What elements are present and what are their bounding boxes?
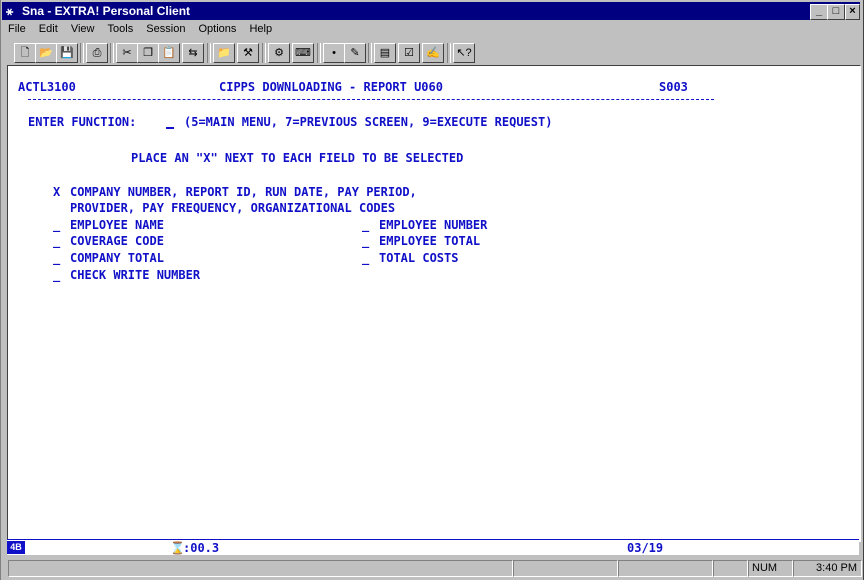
- oia-timer: :00.3: [183, 541, 220, 555]
- toolbar-separator: [110, 43, 114, 63]
- default-selected-line2: PROVIDER, PAY FREQUENCY, ORGANIZATIONAL …: [70, 201, 396, 215]
- status-pane-3: [618, 560, 713, 577]
- num-lock-indicator: NUM: [748, 560, 793, 577]
- open-icon[interactable]: 📂: [35, 43, 57, 63]
- function-cursor: [166, 115, 174, 129]
- new-icon[interactable]: 🗋: [14, 43, 36, 63]
- toolbar-separator: [80, 43, 84, 63]
- maximize-button[interactable]: □: [827, 4, 845, 20]
- menu-session[interactable]: Session: [146, 23, 185, 35]
- status-pane-2: [513, 560, 618, 577]
- screen-code: S003: [659, 80, 688, 94]
- toolbar-separator: [262, 43, 266, 63]
- default-selected-line1: COMPANY NUMBER, REPORT ID, RUN DATE, PAY…: [70, 185, 417, 199]
- function-label: ENTER FUNCTION:: [28, 115, 137, 129]
- menu-tools[interactable]: Tools: [108, 23, 134, 35]
- toolbar-separator: [447, 43, 451, 63]
- cursor-position: 03/19: [627, 541, 664, 555]
- instruction-text: PLACE AN "X" NEXT TO EACH FIELD TO BE SE…: [131, 151, 464, 165]
- field-check-write-number: CHECK WRITE NUMBER: [70, 268, 201, 282]
- receive-file-icon[interactable]: 📁: [213, 43, 235, 63]
- paste-icon[interactable]: 📋: [158, 43, 180, 63]
- function-input[interactable]: [166, 115, 174, 130]
- print-icon[interactable]: ⎙: [86, 43, 108, 63]
- toolbar-separator: [368, 43, 372, 63]
- menu-bar: File Edit View Tools Session Options Hel…: [2, 20, 860, 38]
- field-total-costs: TOTAL COSTS: [379, 251, 459, 265]
- terminal-screen[interactable]: ACTL3100 CIPPS DOWNLOADING - REPORT U060…: [7, 65, 861, 542]
- field-employee-name: EMPLOYEE NAME: [70, 218, 164, 232]
- screen-id: ACTL3100: [18, 80, 76, 94]
- field-mark[interactable]: _: [362, 218, 369, 232]
- header-divider: [28, 99, 714, 100]
- menu-view[interactable]: View: [71, 23, 95, 35]
- field-mark[interactable]: _: [53, 218, 60, 232]
- edit-macro-icon[interactable]: ☑: [398, 43, 420, 63]
- record-icon[interactable]: ✎: [344, 43, 366, 63]
- timer-icon: ⌛: [170, 541, 185, 555]
- field-coverage-code: COVERAGE CODE: [70, 234, 164, 248]
- toolbar-separator: [317, 43, 321, 63]
- function-options: (5=MAIN MENU, 7=PREVIOUS SCREEN, 9=EXECU…: [184, 115, 553, 129]
- menu-edit[interactable]: Edit: [39, 23, 58, 35]
- clock: 3:40 PM: [793, 560, 862, 577]
- toolbar: 🗋 📂 💾 ⎙ ✂ ❐ 📋 ⇆ 📁 ⚒ ⚙ ⌨ • ✎ ▤ ☑ ✍ ↖?: [2, 39, 860, 65]
- keyboard-icon[interactable]: ⌨: [292, 43, 314, 63]
- default-selected-mark: X: [53, 185, 61, 199]
- operator-info-area: 4B :00.3 ⌛ 03/19: [7, 539, 859, 555]
- field-mark[interactable]: _: [362, 234, 369, 248]
- session-indicator: 4B: [7, 541, 25, 554]
- copy-icon[interactable]: ❐: [137, 43, 159, 63]
- macro-icon[interactable]: ⚒: [237, 43, 259, 63]
- toggle-icon[interactable]: ✍: [422, 43, 444, 63]
- save-icon[interactable]: 💾: [56, 43, 78, 63]
- menu-options[interactable]: Options: [199, 23, 237, 35]
- menu-help[interactable]: Help: [249, 23, 272, 35]
- toolbar-separator: [207, 43, 211, 63]
- run-macro-icon[interactable]: ▤: [374, 43, 396, 63]
- hotspot-icon[interactable]: •: [323, 43, 345, 63]
- close-button[interactable]: ×: [845, 4, 860, 20]
- app-icon[interactable]: ⚹: [6, 2, 20, 20]
- minimize-button[interactable]: _: [810, 4, 828, 20]
- field-mark[interactable]: _: [53, 268, 60, 282]
- status-pane-4: [713, 560, 748, 577]
- field-mark[interactable]: _: [362, 251, 369, 265]
- screen-title: CIPPS DOWNLOADING - REPORT U060: [219, 80, 443, 94]
- send-file-icon[interactable]: ⇆: [182, 43, 204, 63]
- field-company-total: COMPANY TOTAL: [70, 251, 164, 265]
- title-bar[interactable]: ⚹ Sna - EXTRA! Personal Client _ □ ×: [2, 2, 860, 20]
- cut-icon[interactable]: ✂: [116, 43, 138, 63]
- status-pane-main: [8, 560, 513, 577]
- field-employee-number: EMPLOYEE NUMBER: [379, 218, 488, 232]
- settings-icon[interactable]: ⚙: [268, 43, 290, 63]
- status-bar: NUM 3:40 PM: [2, 558, 862, 578]
- field-employee-total: EMPLOYEE TOTAL: [379, 234, 481, 248]
- oia-divider: [7, 539, 859, 540]
- menu-file[interactable]: File: [8, 23, 26, 35]
- field-mark[interactable]: _: [53, 234, 60, 248]
- help-icon[interactable]: ↖?: [453, 43, 475, 63]
- window-title: Sna - EXTRA! Personal Client: [22, 4, 191, 18]
- field-mark[interactable]: _: [53, 251, 60, 265]
